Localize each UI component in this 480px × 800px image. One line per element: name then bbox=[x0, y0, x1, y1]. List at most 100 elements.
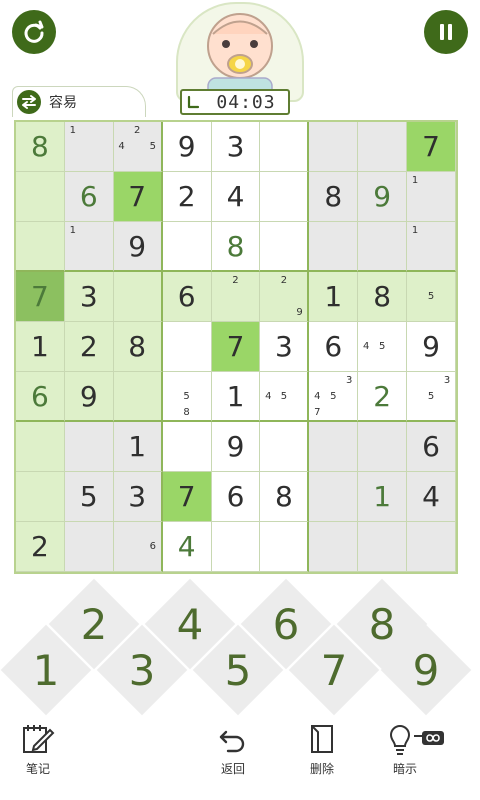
grid-cell-r3-c5[interactable]: 8 bbox=[211, 222, 261, 272]
cell-value: 8 bbox=[31, 130, 49, 163]
grid-cell-r7-c1[interactable] bbox=[16, 422, 65, 472]
restart-button[interactable] bbox=[12, 10, 56, 54]
grid-cell-r2-c9[interactable]: 1 bbox=[407, 172, 456, 222]
grid-cell-r1-c9[interactable]: 7 bbox=[407, 122, 456, 172]
grid-cell-r4-c1[interactable]: 7 bbox=[16, 272, 65, 322]
mascot-avatar bbox=[176, 2, 304, 102]
grid-cell-r8-c1[interactable] bbox=[16, 472, 65, 522]
grid-cell-r4-c7[interactable]: 1 bbox=[309, 272, 359, 322]
grid-cell-r9-c9[interactable] bbox=[407, 522, 456, 572]
grid-cell-r3-c1[interactable] bbox=[16, 222, 65, 272]
sudoku-board: 8124593767248911981736229185128736459695… bbox=[14, 120, 458, 574]
grid-cell-r8-c9[interactable]: 4 bbox=[407, 472, 456, 522]
grid-cell-r5-c2[interactable]: 2 bbox=[64, 322, 114, 372]
grid-cell-r2-c6[interactable] bbox=[260, 172, 310, 222]
grid-cell-r9-c1[interactable]: 2 bbox=[16, 522, 65, 572]
cell-value: 7 bbox=[422, 130, 440, 163]
grid-cell-r9-c3[interactable]: 6 bbox=[113, 522, 163, 572]
difficulty-selector[interactable]: 容易 bbox=[12, 86, 146, 117]
cell-value: 9 bbox=[422, 330, 440, 363]
grid-cell-r2-c1[interactable] bbox=[16, 172, 65, 222]
grid-cell-r1-c4[interactable]: 9 bbox=[162, 122, 212, 172]
grid-cell-r5-c4[interactable] bbox=[162, 322, 212, 372]
cell-value: 6 bbox=[422, 430, 440, 463]
grid-cell-r9-c6[interactable] bbox=[260, 522, 310, 572]
grid-cell-r7-c2[interactable] bbox=[64, 422, 114, 472]
notes-button[interactable]: 笔记 bbox=[20, 722, 56, 777]
grid-cell-r5-c6[interactable]: 3 bbox=[260, 322, 310, 372]
grid-cell-r6-c5[interactable]: 1 bbox=[211, 372, 261, 422]
grid-cell-r9-c2[interactable] bbox=[64, 522, 114, 572]
grid-cell-r3-c9[interactable]: 1 bbox=[407, 222, 456, 272]
grid-cell-r8-c5[interactable]: 6 bbox=[211, 472, 261, 522]
grid-cell-r2-c4[interactable]: 2 bbox=[162, 172, 212, 222]
grid-cell-r1-c6[interactable] bbox=[260, 122, 310, 172]
grid-cell-r1-c2[interactable]: 1 bbox=[64, 122, 114, 172]
grid-cell-r7-c8[interactable] bbox=[358, 422, 408, 472]
grid-cell-r8-c7[interactable] bbox=[309, 472, 359, 522]
grid-cell-r2-c5[interactable]: 4 bbox=[211, 172, 261, 222]
grid-cell-r7-c4[interactable] bbox=[162, 422, 212, 472]
grid-cell-r6-c3[interactable] bbox=[113, 372, 163, 422]
grid-cell-r3-c2[interactable]: 1 bbox=[64, 222, 114, 272]
grid-cell-r2-c7[interactable]: 8 bbox=[309, 172, 359, 222]
grid-cell-r6-c6[interactable]: 45 bbox=[260, 372, 310, 422]
grid-cell-r4-c5[interactable]: 2 bbox=[211, 272, 261, 322]
cell-value: 6 bbox=[79, 180, 98, 213]
grid-cell-r7-c3[interactable]: 1 bbox=[113, 422, 163, 472]
grid-cell-r3-c8[interactable] bbox=[358, 222, 408, 272]
grid-cell-r2-c2[interactable]: 6 bbox=[64, 172, 114, 222]
pause-button[interactable] bbox=[424, 10, 468, 54]
grid-cell-r8-c4[interactable]: 7 bbox=[162, 472, 212, 522]
grid-cell-r4-c4[interactable]: 6 bbox=[162, 272, 212, 322]
grid-cell-r8-c3[interactable]: 3 bbox=[113, 472, 163, 522]
grid-cell-r6-c8[interactable]: 2 bbox=[358, 372, 408, 422]
cell-value: 7 bbox=[177, 480, 196, 513]
undo-button[interactable]: 返回 bbox=[216, 722, 250, 777]
grid-cell-r5-c9[interactable]: 9 bbox=[407, 322, 456, 372]
grid-cell-r3-c6[interactable] bbox=[260, 222, 310, 272]
grid-cell-r5-c3[interactable]: 8 bbox=[113, 322, 163, 372]
grid-cell-r4-c6[interactable]: 29 bbox=[260, 272, 310, 322]
grid-cell-r2-c8[interactable]: 9 bbox=[358, 172, 408, 222]
note-digit: 3 bbox=[443, 374, 451, 386]
grid-cell-r9-c4[interactable]: 4 bbox=[162, 522, 212, 572]
grid-cell-r7-c5[interactable]: 9 bbox=[211, 422, 261, 472]
grid-cell-r7-c7[interactable] bbox=[309, 422, 359, 472]
grid-cell-r5-c8[interactable]: 45 bbox=[358, 322, 408, 372]
hint-button[interactable]: 暗示 bbox=[386, 722, 446, 777]
grid-cell-r9-c8[interactable] bbox=[358, 522, 408, 572]
grid-cell-r1-c5[interactable]: 3 bbox=[211, 122, 261, 172]
grid-cell-r2-c3[interactable]: 7 bbox=[113, 172, 163, 222]
grid-cell-r4-c3[interactable] bbox=[113, 272, 163, 322]
grid-cell-r1-c3[interactable]: 24 5 bbox=[113, 122, 163, 172]
grid-cell-r4-c2[interactable]: 3 bbox=[64, 272, 114, 322]
grid-cell-r4-c8[interactable]: 8 bbox=[358, 272, 408, 322]
grid-cell-r3-c3[interactable]: 9 bbox=[113, 222, 163, 272]
note-digit: 4 bbox=[363, 340, 370, 352]
grid-cell-r6-c1[interactable]: 6 bbox=[16, 372, 65, 422]
grid-cell-r1-c1[interactable]: 8 bbox=[16, 122, 65, 172]
grid-cell-r8-c8[interactable]: 1 bbox=[358, 472, 408, 522]
grid-cell-r1-c8[interactable] bbox=[358, 122, 408, 172]
grid-cell-r1-c7[interactable] bbox=[309, 122, 359, 172]
grid-cell-r5-c5[interactable]: 7 bbox=[211, 322, 261, 372]
grid-cell-r5-c1[interactable]: 1 bbox=[16, 322, 65, 372]
cell-notes: 3 457 bbox=[309, 372, 357, 420]
grid-cell-r6-c7[interactable]: 3 457 bbox=[309, 372, 359, 422]
grid-cell-r6-c2[interactable]: 9 bbox=[64, 372, 114, 422]
grid-cell-r3-c7[interactable] bbox=[309, 222, 359, 272]
grid-cell-r7-c9[interactable]: 6 bbox=[407, 422, 456, 472]
note-digit: 5 bbox=[427, 290, 435, 302]
grid-cell-r6-c4[interactable]: 58 bbox=[162, 372, 212, 422]
grid-cell-r3-c4[interactable] bbox=[162, 222, 212, 272]
delete-button[interactable]: 删除 bbox=[306, 722, 338, 777]
grid-cell-r7-c6[interactable] bbox=[260, 422, 310, 472]
grid-cell-r8-c6[interactable]: 8 bbox=[260, 472, 310, 522]
grid-cell-r5-c7[interactable]: 6 bbox=[309, 322, 359, 372]
grid-cell-r8-c2[interactable]: 5 bbox=[64, 472, 114, 522]
grid-cell-r9-c5[interactable] bbox=[211, 522, 261, 572]
grid-cell-r9-c7[interactable] bbox=[309, 522, 359, 572]
grid-cell-r4-c9[interactable]: 5 bbox=[407, 272, 456, 322]
grid-cell-r6-c9[interactable]: 35 bbox=[407, 372, 456, 422]
